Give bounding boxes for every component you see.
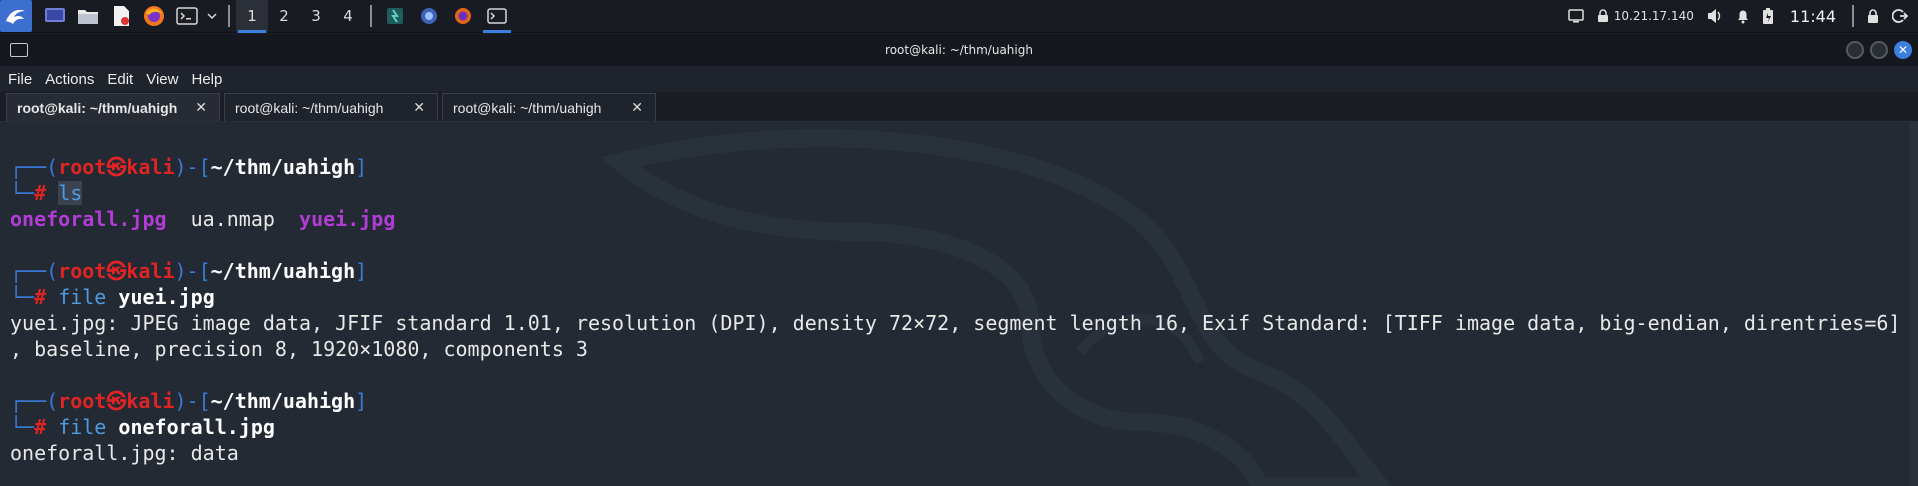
chevron-down-icon[interactable] — [205, 1, 219, 31]
terminal-area[interactable]: ┌──(root㉿kali)-[~/thm/uahigh] └─# ls one… — [0, 122, 1918, 486]
menu-edit[interactable]: Edit — [107, 71, 133, 88]
ls-output-line: oneforall.jpg ua.nmap yuei.jpg — [10, 206, 1900, 232]
lock-screen-icon[interactable] — [1860, 0, 1886, 33]
menu-view[interactable]: View — [146, 71, 178, 88]
panel-right: 10.21.17.140 11:44 — [1562, 0, 1918, 32]
ls-file-nmap: ua.nmap — [190, 207, 275, 231]
window-title: root@kali: ~/thm/uahigh — [885, 43, 1033, 57]
prompt-symbol: ㉿ — [106, 155, 127, 179]
prompt-host: kali — [126, 155, 175, 179]
panel-separator — [1852, 5, 1854, 27]
kali-menu-button[interactable] — [0, 0, 32, 32]
window-controls: ✕ — [1846, 41, 1912, 59]
top-panel: 1 2 3 4 10.21.17.140 11:44 — [0, 0, 1918, 33]
text-editor-icon[interactable] — [106, 1, 136, 31]
workspace-3[interactable]: 3 — [300, 0, 332, 33]
panel-separator — [228, 5, 230, 27]
command-text: ls — [58, 181, 83, 205]
prompt-host: kali — [126, 259, 175, 283]
panel-left: 1 2 3 4 — [0, 0, 514, 33]
workspace-1[interactable]: 1 — [236, 0, 268, 33]
tab-close-icon[interactable]: ✕ — [195, 99, 207, 116]
tab-2[interactable]: root@kali: ~/thm/uahigh ✕ — [224, 93, 438, 121]
firefox-icon[interactable] — [139, 1, 169, 31]
command-text: file — [58, 285, 107, 309]
prompt-host: kali — [126, 389, 175, 413]
prompt-path: ~/thm/uahigh — [210, 389, 356, 413]
prompt-hash: # — [34, 285, 47, 309]
minimize-button[interactable] — [1846, 41, 1864, 59]
prompt-path: ~/thm/uahigh — [210, 155, 356, 179]
tab-label: root@kali: ~/thm/uahigh — [453, 99, 602, 116]
prompt-path: ~/thm/uahigh — [210, 259, 356, 283]
menu-file[interactable]: File — [8, 71, 32, 88]
task-browser-icon[interactable] — [412, 0, 446, 33]
menu-actions[interactable]: Actions — [45, 71, 94, 88]
prompt-user: root — [58, 155, 107, 179]
task-terminal-icon[interactable] — [480, 0, 514, 33]
terminal-scrollbar[interactable] — [1910, 122, 1918, 486]
notifications-bell-icon[interactable] — [1730, 0, 1756, 33]
command-text: file — [58, 415, 107, 439]
display-icon[interactable] — [1562, 0, 1590, 33]
tab-3[interactable]: root@kali: ~/thm/uahigh ✕ — [442, 93, 656, 121]
ls-file-yuei: yuei.jpg — [299, 207, 396, 231]
workspace-2[interactable]: 2 — [268, 0, 300, 33]
ip-address: 10.21.17.140 — [1613, 9, 1694, 23]
tab-1[interactable]: root@kali: ~/thm/uahigh ✕ — [6, 93, 220, 121]
prompt-hash: # — [34, 181, 47, 205]
kali-dragon-icon — [6, 9, 25, 24]
command-argument: oneforall.jpg — [118, 415, 275, 439]
menu-bar: File Actions Edit View Help — [0, 66, 1918, 92]
prompt-hash: # — [34, 415, 47, 439]
show-desktop-icon[interactable] — [40, 1, 70, 31]
logout-icon[interactable] — [1886, 0, 1914, 33]
output-line: , baseline, precision 8, 1920×1080, comp… — [10, 337, 588, 361]
ls-file-oneforall: oneforall.jpg — [10, 207, 167, 231]
command-line: └─# ls — [10, 181, 83, 205]
window-titlebar[interactable]: root@kali: ~/thm/uahigh ✕ — [0, 34, 1918, 66]
terminal-launcher-icon[interactable] — [172, 1, 202, 31]
menu-help[interactable]: Help — [191, 71, 222, 88]
task-firefox-icon[interactable] — [446, 0, 480, 33]
output-line: yuei.jpg: JPEG image data, JFIF standard… — [10, 311, 1901, 335]
tab-label: root@kali: ~/thm/uahigh — [17, 99, 178, 116]
battery-icon[interactable] — [1756, 0, 1780, 33]
clock[interactable]: 11:44 — [1780, 7, 1846, 26]
tab-label: root@kali: ~/thm/uahigh — [235, 99, 384, 116]
network-status[interactable]: 10.21.17.140 — [1590, 0, 1700, 33]
tab-close-icon[interactable]: ✕ — [413, 99, 425, 116]
task-app-green-icon[interactable] — [378, 0, 412, 33]
prompt-symbol: ㉿ — [106, 259, 127, 283]
maximize-button[interactable] — [1870, 41, 1888, 59]
command-line: └─# file oneforall.jpg — [10, 415, 275, 439]
prompt-line: ┌──(root㉿kali)-[~/thm/uahigh] — [10, 389, 368, 413]
output-line: oneforall.jpg: data — [10, 441, 239, 465]
prompt-line: ┌──(root㉿kali)-[~/thm/uahigh] — [10, 259, 368, 283]
prompt-user: root — [58, 259, 107, 283]
workspace-4[interactable]: 4 — [332, 0, 364, 33]
prompt-line: ┌──(root㉿kali)-[~/thm/uahigh] — [10, 155, 368, 179]
command-line: └─# file yuei.jpg — [10, 285, 215, 309]
close-window-button[interactable]: ✕ — [1894, 41, 1912, 59]
panel-separator — [370, 5, 372, 27]
prompt-symbol: ㉿ — [106, 389, 127, 413]
prompt-user: root — [58, 389, 107, 413]
tab-bar: root@kali: ~/thm/uahigh ✕ root@kali: ~/t… — [0, 92, 1918, 122]
tab-close-icon[interactable]: ✕ — [631, 99, 643, 116]
vpn-lock-icon — [1597, 9, 1608, 22]
command-argument: yuei.jpg — [118, 285, 215, 309]
file-manager-icon[interactable] — [73, 1, 103, 31]
terminal-output: ┌──(root㉿kali)-[~/thm/uahigh] └─# ls one… — [10, 128, 1900, 466]
volume-icon[interactable] — [1700, 0, 1730, 33]
